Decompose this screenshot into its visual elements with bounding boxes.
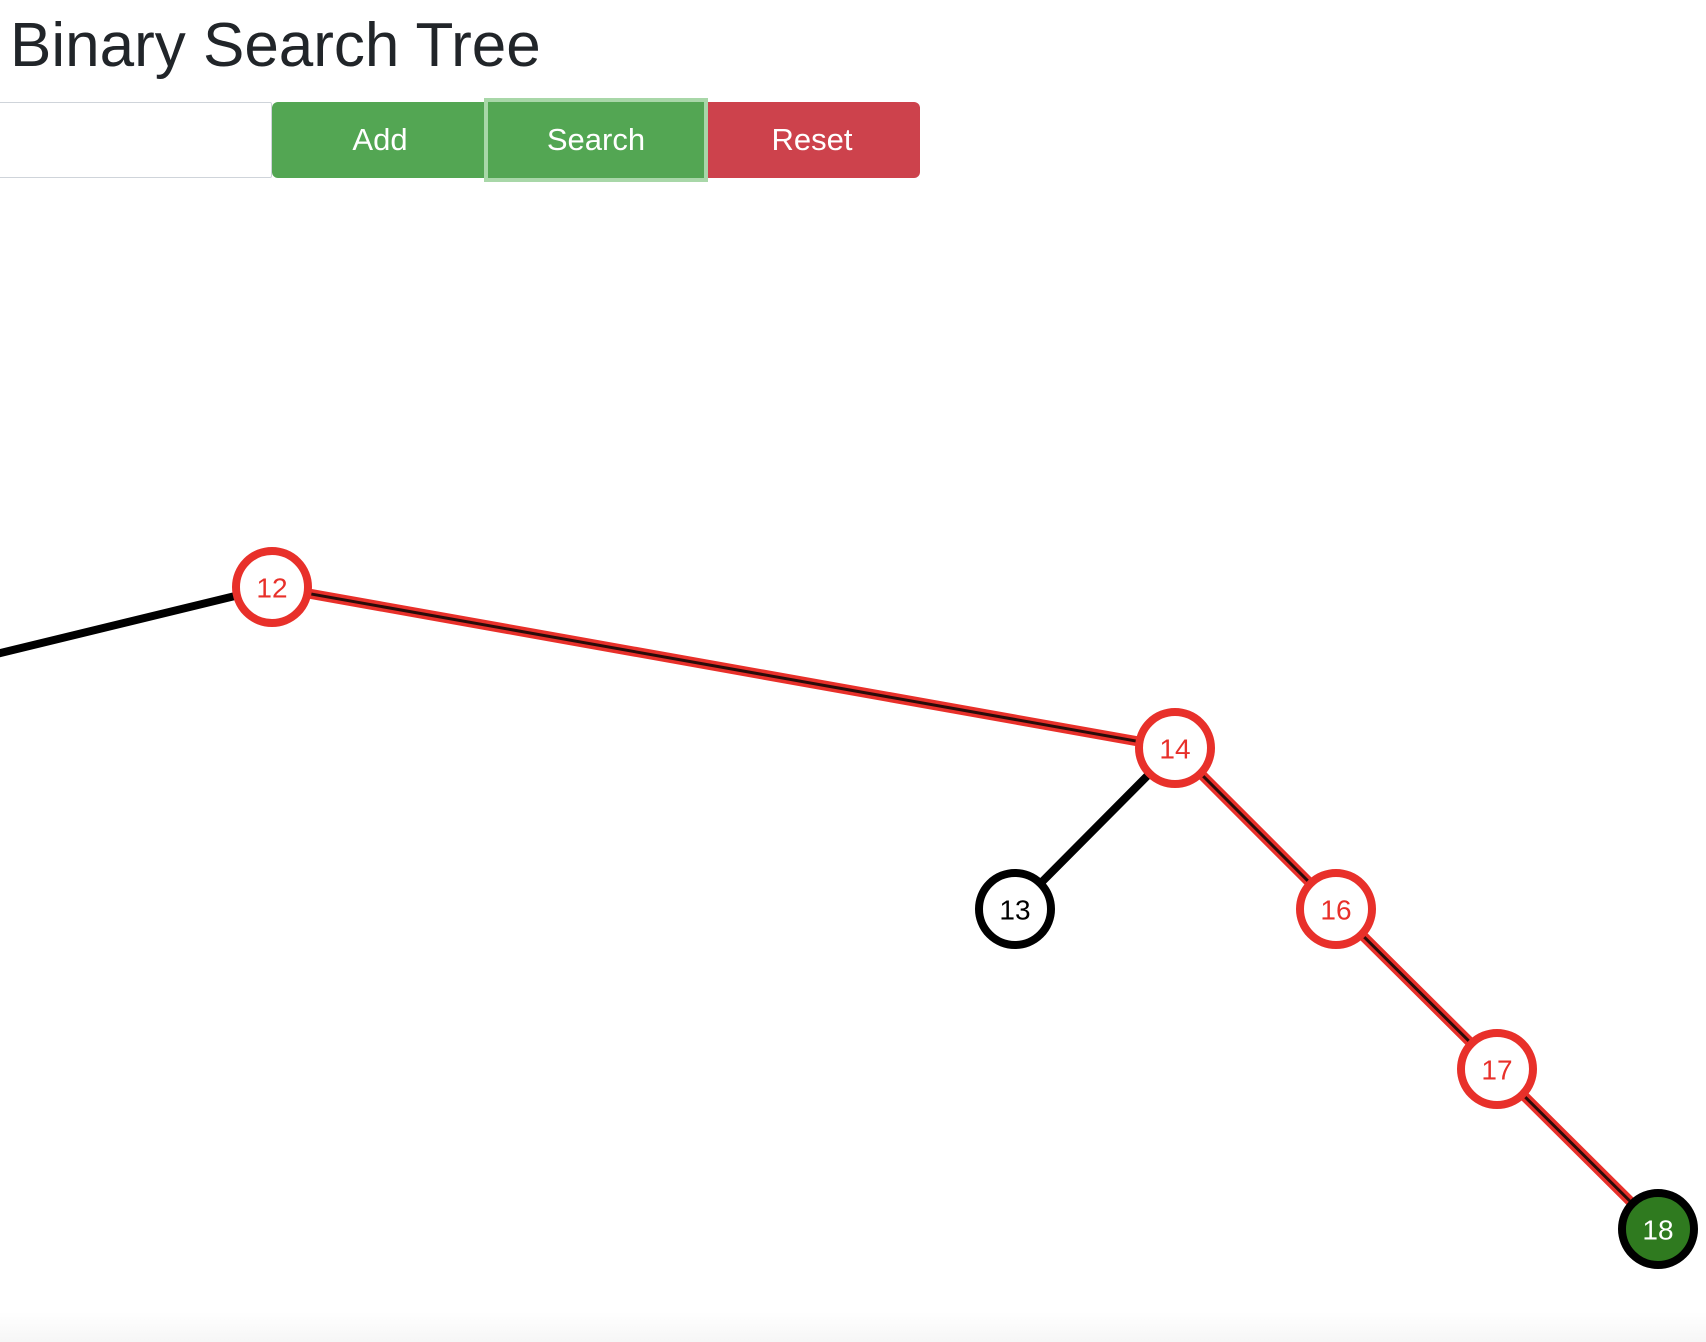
- tree-node-12[interactable]: 12: [232, 547, 312, 627]
- page-bottom-edge: [0, 1312, 1706, 1342]
- tree-edges: [0, 588, 1637, 1208]
- tree-node-16[interactable]: 16: [1296, 869, 1376, 949]
- search-button[interactable]: Search: [488, 102, 704, 178]
- tree-node-label: 17: [1481, 1055, 1512, 1086]
- tree-edge-14-16: [1196, 769, 1315, 888]
- tree-node-label: 18: [1642, 1215, 1673, 1246]
- tree-node-label: 14: [1159, 734, 1190, 765]
- tree-node-label: 13: [999, 895, 1030, 926]
- tree-node-17[interactable]: 17: [1457, 1029, 1537, 1109]
- tree-edge-left-offscreen-12: [0, 591, 240, 658]
- tree-node-label: 12: [256, 573, 287, 604]
- tree-node-13[interactable]: 13: [975, 869, 1055, 949]
- tree-edge-16-17: [1357, 930, 1476, 1048]
- tree-nodes: 12 14 13 16 17 18: [232, 547, 1698, 1269]
- tree-edge-17-18: [1518, 1090, 1637, 1208]
- tree-edge-14-13: [1037, 770, 1153, 887]
- add-button[interactable]: Add: [272, 102, 488, 178]
- page-title: Binary Search Tree: [10, 11, 541, 80]
- tree-canvas: 12 14 13 16 17 18: [0, 547, 1698, 1269]
- tree-node-18[interactable]: 18: [1618, 1189, 1698, 1269]
- tree-node-label: 16: [1320, 895, 1351, 926]
- controls-bar: Add Search Reset: [0, 102, 920, 178]
- tree-node-14[interactable]: 14: [1135, 708, 1215, 788]
- value-input[interactable]: [0, 102, 272, 178]
- reset-button[interactable]: Reset: [704, 102, 920, 178]
- tree-edge-12-14: [304, 588, 1143, 747]
- page: Binary Search Tree Add Search Reset 12 14…: [0, 0, 1706, 1342]
